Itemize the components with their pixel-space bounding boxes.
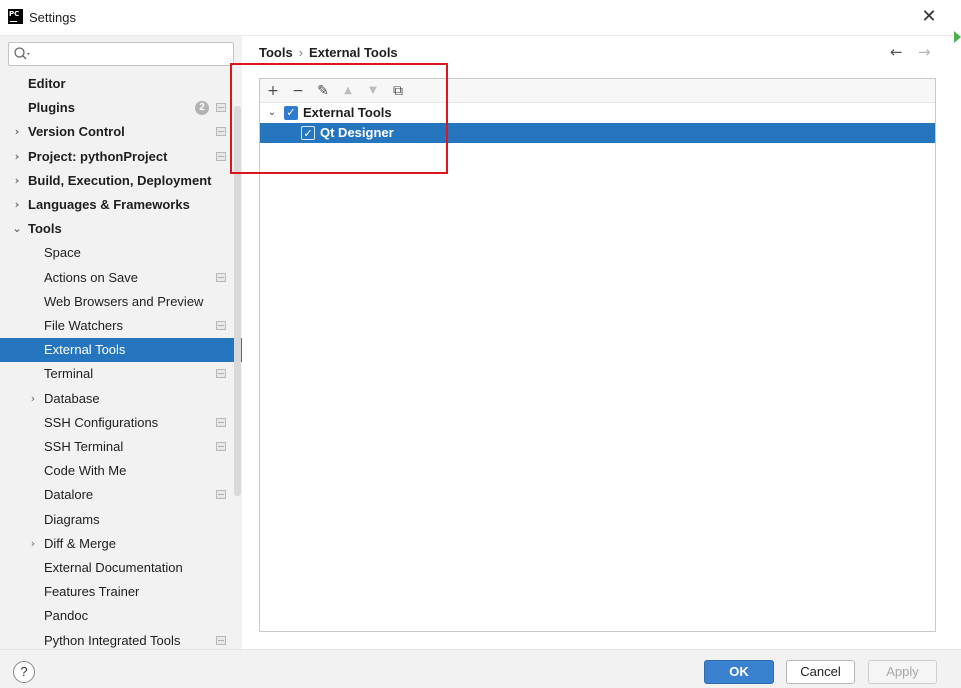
dialog-footer: ? OK Cancel Apply (0, 649, 961, 688)
sidebar-item[interactable]: SSH Terminal (0, 435, 242, 459)
project-level-icon (216, 369, 226, 378)
sidebar-item[interactable]: Pandoc (0, 604, 242, 628)
sidebar-item-label: Datalore (44, 487, 94, 502)
project-level-icon (216, 490, 226, 499)
project-level-icon (216, 321, 226, 330)
sidebar-item[interactable]: › Database (0, 387, 242, 411)
run-indicator-icon (954, 31, 961, 43)
sidebar-item-label: Build, Execution, Deployment (28, 173, 212, 188)
search-input[interactable] (33, 45, 229, 63)
sidebar-item[interactable]: Diagrams (0, 508, 242, 532)
forward-arrow-icon[interactable]: → (918, 43, 931, 61)
breadcrumb-parent[interactable]: Tools (259, 45, 293, 60)
sidebar-item-label: File Watchers (44, 318, 123, 333)
project-level-icon (216, 103, 226, 112)
expand-chevron-icon[interactable]: › (11, 145, 23, 169)
sidebar-item-label: SSH Configurations (44, 415, 159, 430)
breadcrumb: Tools › External Tools (259, 45, 398, 60)
sidebar-item[interactable]: Web Browsers and Preview (0, 290, 242, 314)
sidebar-item-label: Tools (28, 221, 62, 236)
sidebar-item-label: Languages & Frameworks (28, 197, 190, 212)
expand-chevron-icon[interactable]: › (11, 120, 23, 144)
expand-chevron-icon[interactable]: ⌄ (11, 217, 23, 241)
sidebar-item-label: Editor (28, 76, 66, 91)
sidebar-item[interactable]: Python Integrated Tools (0, 629, 242, 649)
update-count-badge: 2 (195, 101, 209, 115)
sidebar-item-label: Diff & Merge (44, 536, 117, 551)
sidebar-item-label: Features Trainer (44, 584, 140, 599)
sidebar-item[interactable]: › Build, Execution, Deployment (0, 169, 242, 193)
sidebar-item-label: SSH Terminal (44, 439, 124, 454)
sidebar-item-label: External Tools (44, 342, 126, 357)
sidebar-item[interactable]: › Version Control (0, 120, 242, 144)
sidebar-item-label: External Documentation (44, 560, 183, 575)
sidebar-item[interactable]: Features Trainer (0, 580, 242, 604)
settings-sidebar: Editor Plugins 2 › Version Control › Project: … (0, 36, 242, 649)
expand-chevron-icon[interactable]: › (11, 193, 23, 217)
sidebar-item[interactable]: Editor (0, 72, 242, 96)
highlight-annotation-box (230, 63, 448, 174)
sidebar-item-label: Python Integrated Tools (44, 633, 181, 648)
sidebar-item[interactable]: Plugins 2 (0, 96, 242, 120)
sidebar-item-label: Space (44, 245, 81, 260)
sidebar-item-label: Pandoc (44, 608, 89, 623)
help-button[interactable]: ? (13, 661, 35, 683)
back-arrow-icon[interactable]: ← (890, 43, 903, 61)
sidebar-item[interactable]: Space (0, 241, 242, 265)
project-level-icon (216, 636, 226, 645)
breadcrumb-current: External Tools (309, 45, 398, 60)
close-icon[interactable]: ✕ (918, 6, 940, 28)
expand-chevron-icon[interactable]: › (11, 169, 23, 193)
project-level-icon (216, 418, 226, 427)
project-level-icon (216, 442, 226, 451)
sidebar-item-label: Code With Me (44, 463, 127, 478)
project-level-icon (216, 152, 226, 161)
sidebar-item-label: Plugins (28, 100, 75, 115)
sidebar-item-label: Terminal (44, 366, 94, 381)
title-bar: PC Settings ✕ (0, 0, 961, 36)
expand-chevron-icon[interactable]: › (27, 532, 39, 556)
sidebar-item[interactable]: › Languages & Frameworks (0, 193, 242, 217)
cancel-button[interactable]: Cancel (786, 660, 855, 684)
search-icon (14, 47, 30, 60)
ok-button[interactable]: OK (704, 660, 774, 684)
sidebar-item[interactable]: External Documentation (0, 556, 242, 580)
breadcrumb-separator: › (298, 45, 304, 60)
sidebar-item[interactable]: SSH Configurations (0, 411, 242, 435)
sidebar-item-label: Web Browsers and Preview (44, 294, 204, 309)
sidebar-item[interactable]: ⌄ Tools (0, 217, 242, 241)
apply-button[interactable]: Apply (868, 660, 937, 684)
window-title: Settings (29, 10, 76, 25)
sidebar-item[interactable]: Actions on Save (0, 266, 242, 290)
search-box[interactable] (8, 42, 234, 66)
sidebar-item[interactable]: Datalore (0, 483, 242, 507)
expand-chevron-icon[interactable]: › (27, 387, 39, 411)
history-nav: ← → (890, 43, 940, 62)
sidebar-item-label: Database (44, 391, 100, 406)
sidebar-item[interactable]: External Tools (0, 338, 242, 362)
sidebar-item-label: Project: pythonProject (28, 149, 168, 164)
sidebar-item-label: Version Control (28, 124, 125, 139)
pycharm-app-icon: PC (8, 9, 23, 24)
sidebar-item-label: Diagrams (44, 512, 100, 527)
sidebar-item[interactable]: File Watchers (0, 314, 242, 338)
sidebar-item[interactable]: Terminal (0, 362, 242, 386)
sidebar-item-label: Actions on Save (44, 270, 138, 285)
sidebar-item[interactable]: › Diff & Merge (0, 532, 242, 556)
sidebar-item[interactable]: Code With Me (0, 459, 242, 483)
project-level-icon (216, 127, 226, 136)
project-level-icon (216, 273, 226, 282)
sidebar-item[interactable]: › Project: pythonProject (0, 145, 242, 169)
